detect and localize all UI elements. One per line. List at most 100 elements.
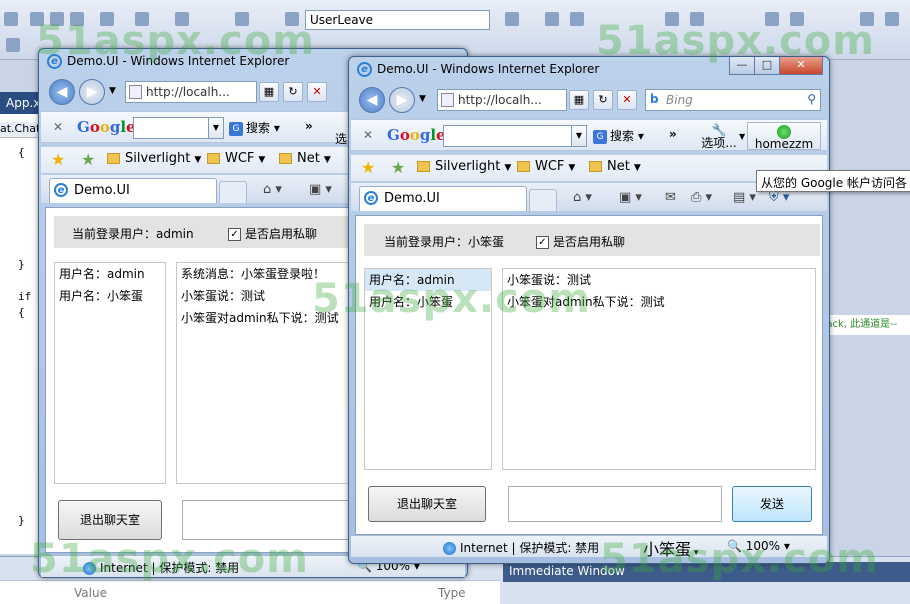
folder-icon [589, 161, 602, 172]
close-toolbar-icon[interactable]: ✕ [363, 128, 373, 142]
code-line: if [18, 290, 32, 303]
google-g-icon: G [229, 121, 243, 136]
next-bookmark-icon[interactable] [885, 12, 899, 26]
address-text: http://localh... [146, 85, 230, 99]
page-icon [441, 93, 454, 107]
vs-document-tab[interactable]: App.x [0, 92, 40, 114]
google-search-input[interactable] [443, 125, 573, 147]
fav-net[interactable]: Net ▼ [279, 151, 331, 166]
forward-button[interactable]: ▶ [79, 79, 105, 105]
page-menu-icon[interactable]: ▤ ▾ [733, 190, 756, 205]
exit-chatroom-button[interactable]: 退出聊天室 [368, 486, 486, 522]
google-search-button[interactable]: G 搜索 ▾ [593, 127, 644, 144]
stop-icon[interactable]: ✕ [307, 82, 327, 102]
google-g-icon: G [593, 129, 607, 144]
watermark: 51aspx.com [30, 536, 309, 582]
list-item[interactable]: 用户名：admin [55, 263, 165, 285]
search-icon[interactable]: ⚲ [807, 92, 816, 106]
save-icon[interactable] [4, 12, 18, 26]
google-search-input[interactable] [133, 117, 209, 139]
vs-code-editor[interactable]: at.Chat { } if { } [0, 114, 40, 554]
stop-icon[interactable]: ✕ [617, 90, 637, 110]
google-options-button[interactable]: 选 [335, 130, 347, 147]
print-icon[interactable]: ⎙ ▾ [691, 190, 712, 205]
feeds-icon[interactable]: ▣ ▾ [309, 182, 332, 197]
google-search-dropdown[interactable]: ▼ [571, 125, 587, 147]
back-button[interactable]: ◀ [49, 79, 75, 105]
locals-value-header: Value [74, 586, 107, 600]
exit-chatroom-button[interactable]: 退出聊天室 [58, 500, 162, 540]
google-logo: Google [387, 126, 446, 144]
folder-icon [107, 153, 120, 164]
more-chevron-icon[interactable]: » [305, 119, 313, 133]
watermark: 51aspx.com [312, 276, 591, 322]
add-favorite-icon[interactable]: ★ [391, 158, 405, 177]
favorites-star-icon[interactable]: ★ [361, 158, 375, 177]
back-button[interactable]: ◀ [359, 87, 385, 113]
fav-silverlight[interactable]: Silverlight ▼ [107, 151, 201, 166]
search-box[interactable]: b Bing ⚲ [645, 89, 821, 111]
new-tab-button[interactable] [219, 181, 247, 203]
page-content: 当前登录用户：小笨蛋 ✓ 是否启用私聊 用户名：admin 用户名：小笨蛋 小笨蛋… [355, 215, 823, 535]
more-chevron-icon[interactable]: » [669, 127, 677, 141]
google-account-tooltip: 从您的 Google 帐户访问各 [756, 170, 910, 192]
google-search-button[interactable]: G 搜索 ▾ [229, 119, 280, 136]
private-chat-checkbox[interactable]: ✓ 是否启用私聊 [228, 225, 317, 242]
compat-view-icon[interactable]: ▦ [569, 90, 589, 110]
current-user-label: 当前登录用户：小笨蛋 [384, 235, 505, 249]
ie-icon: e [54, 183, 68, 197]
window-title-text: Demo.UI - Windows Internet Explorer [377, 62, 600, 76]
page-icon [129, 85, 142, 99]
watermark: 51aspx.com [596, 18, 875, 64]
home-icon[interactable]: ⌂ ▾ [263, 182, 282, 197]
list-item[interactable]: 用户名：小笨蛋 [55, 285, 165, 307]
locals-panel: Value Type [0, 580, 500, 604]
google-search-dropdown[interactable]: ▼ [208, 117, 224, 139]
object-browser-icon[interactable] [570, 12, 584, 26]
home-icon[interactable]: ⌂ ▾ [573, 190, 592, 205]
address-bar[interactable]: http://localh... [125, 81, 257, 103]
recent-pages-icon[interactable]: ▼ [419, 94, 426, 104]
close-toolbar-icon[interactable]: ✕ [53, 120, 63, 134]
private-chat-checkbox[interactable]: ✓ 是否启用私聊 [536, 233, 625, 250]
watermark: 51aspx.com [36, 18, 315, 64]
current-user-label: 当前登录用户：admin [72, 227, 194, 241]
globe-icon [443, 542, 456, 555]
send-button[interactable]: 发送 [732, 486, 812, 522]
google-options-button[interactable]: 🔧 选项... [697, 124, 741, 150]
fav-wcf[interactable]: WCF ▼ [517, 159, 575, 174]
google-account-button[interactable]: homezzm [747, 122, 821, 151]
user-list[interactable]: 用户名：admin 用户名：小笨蛋 [54, 262, 166, 484]
mail-icon[interactable]: ✉ [665, 190, 676, 205]
folder-icon [207, 153, 220, 164]
code-line: { [18, 146, 25, 159]
forward-button[interactable]: ▶ [389, 87, 415, 113]
properties-icon[interactable] [545, 12, 559, 26]
fav-net[interactable]: Net ▼ [589, 159, 641, 174]
toolbox-icon[interactable] [6, 38, 20, 52]
checkbox-icon: ✓ [228, 228, 241, 241]
compat-view-icon[interactable]: ▦ [259, 82, 279, 102]
feeds-icon[interactable]: ▣ ▾ [619, 190, 642, 205]
recent-pages-icon[interactable]: ▼ [109, 86, 116, 96]
address-bar[interactable]: http://localh... [437, 89, 567, 111]
new-tab-button[interactable] [529, 189, 557, 211]
fav-wcf[interactable]: WCF ▼ [207, 151, 265, 166]
favorites-star-icon[interactable]: ★ [51, 150, 65, 169]
options-dropdown-icon[interactable]: ▼ [739, 132, 745, 141]
safety-icon[interactable]: ⛨ ▾ [769, 190, 789, 205]
google-logo: Google [77, 118, 136, 136]
refresh-icon[interactable]: ↻ [593, 90, 613, 110]
add-favorite-icon[interactable]: ★ [81, 150, 95, 169]
code-line: } [18, 258, 25, 271]
ie-icon: e [357, 62, 372, 77]
refresh-icon[interactable]: ↻ [283, 82, 303, 102]
tab-demo-ui[interactable]: e Demo.UI [49, 178, 217, 203]
fav-silverlight[interactable]: Silverlight ▼ [417, 159, 511, 174]
vs-class-dropdown[interactable]: at.Chat [0, 122, 40, 138]
solution-config-combo[interactable]: UserLeave [305, 10, 490, 30]
tab-demo-ui[interactable]: e Demo.UI [359, 186, 527, 211]
message-input[interactable] [508, 486, 722, 522]
security-zone[interactable]: Internet | 保护模式: 禁用 [443, 539, 599, 556]
solution-explorer-icon[interactable] [505, 12, 519, 26]
